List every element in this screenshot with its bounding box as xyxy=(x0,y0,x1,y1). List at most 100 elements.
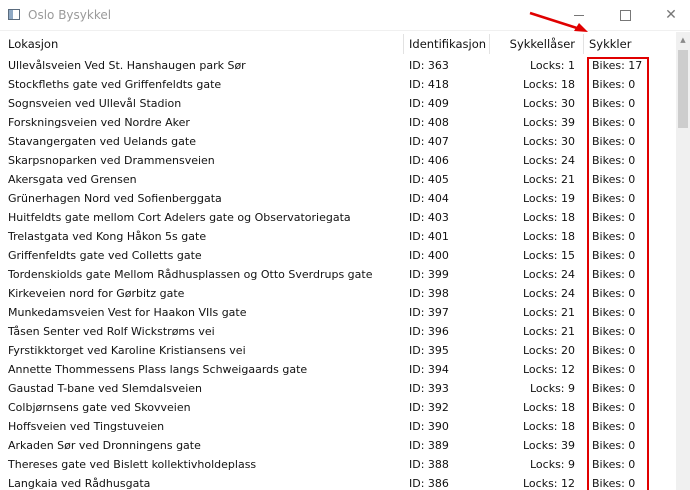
cell-id: ID: 406 xyxy=(409,154,449,167)
column-divider[interactable] xyxy=(489,34,490,54)
column-header-sykkellaser[interactable]: Sykkellåser xyxy=(496,32,575,56)
cell-locks: Locks: 24 xyxy=(522,154,575,167)
cell-locks: Locks: 15 xyxy=(522,249,575,262)
vertical-scrollbar[interactable]: ▲ xyxy=(676,32,690,490)
cell-id: ID: 363 xyxy=(409,59,449,72)
cell-bikes: Bikes: 0 xyxy=(592,439,636,452)
cell-location: Grünerhagen Nord ved Sofienberggata xyxy=(8,192,222,205)
table-row[interactable]: Kirkeveien nord for Gørbitz gate ID: 398 L… xyxy=(0,285,676,304)
cell-bikes: Bikes: 0 xyxy=(592,477,636,490)
cell-location: Trelastgata ved Kong Håkon 5s gate xyxy=(8,230,207,243)
cell-location: Hoffsveien ved Tingstuveien xyxy=(8,420,165,433)
cell-locks: Locks: 19 xyxy=(522,192,575,205)
cell-bikes: Bikes: 0 xyxy=(592,211,636,224)
cell-bikes: Bikes: 0 xyxy=(592,420,636,433)
table-row[interactable]: Langkaia ved Rådhusgata ID: 386 Locks: 12 B… xyxy=(0,475,676,490)
table-row[interactable]: Annette Thommessens Plass langs Schweiga… xyxy=(0,361,676,380)
cell-bikes: Bikes: 0 xyxy=(592,135,636,148)
cell-id: ID: 396 xyxy=(409,325,449,338)
cell-locks: Locks: 18 xyxy=(522,420,575,433)
cell-bikes: Bikes: 0 xyxy=(592,173,636,186)
cell-locks: Locks: 39 xyxy=(522,439,575,452)
cell-id: ID: 401 xyxy=(409,230,449,243)
column-header-sykkler[interactable]: Sykkler xyxy=(589,32,631,56)
table-row[interactable]: Stockfleths gate ved Griffenfeldts gate I… xyxy=(0,76,676,95)
cell-id: ID: 388 xyxy=(409,458,449,471)
cell-bikes: Bikes: 0 xyxy=(592,458,636,471)
cell-locks: Locks: 21 xyxy=(522,306,575,319)
cell-locks: Locks: 30 xyxy=(522,135,575,148)
cell-id: ID: 409 xyxy=(409,97,449,110)
table-row[interactable]: Forskningsveien ved Nordre Aker ID: 408 Lo… xyxy=(0,114,676,133)
close-button[interactable]: ✕ xyxy=(648,0,690,30)
cell-locks: Locks: 12 xyxy=(522,363,575,376)
table-row[interactable]: Stavangergaten ved Uelands gate ID: 407 Lo… xyxy=(0,133,676,152)
cell-locks: Locks: 18 xyxy=(522,78,575,91)
cell-bikes: Bikes: 0 xyxy=(592,363,636,376)
column-divider[interactable] xyxy=(403,34,404,54)
table-row[interactable]: Gaustad T-bane ved Slemdalsveien ID: 393 L… xyxy=(0,380,676,399)
table-row[interactable]: Hoffsveien ved Tingstuveien ID: 390 Locks:… xyxy=(0,418,676,437)
cell-id: ID: 394 xyxy=(409,363,449,376)
cell-location: Tåsen Senter ved Rolf Wickstrøms vei xyxy=(8,325,215,338)
table-row[interactable]: Grünerhagen Nord ved Sofienberggata ID: 4… xyxy=(0,190,676,209)
cell-location: Forskningsveien ved Nordre Aker xyxy=(8,116,190,129)
table-row[interactable]: Griffenfeldts gate ved Colletts gate ID: … xyxy=(0,247,676,266)
cell-id: ID: 392 xyxy=(409,401,449,414)
cell-location: Fyrstikktorget ved Karoline Kristiansens… xyxy=(8,344,246,357)
cell-location: Gaustad T-bane ved Slemdalsveien xyxy=(8,382,202,395)
table-header: Lokasjon Identifikasjon Sykkellåser Sykk… xyxy=(0,32,676,56)
cell-locks: Locks: 18 xyxy=(522,230,575,243)
table-row[interactable]: Fyrstikktorget ved Karoline Kristiansens… xyxy=(0,342,676,361)
cell-location: Akersgata ved Grensen xyxy=(8,173,137,186)
table-row[interactable]: Colbjørnsens gate ved Skovveien ID: 392 Lo… xyxy=(0,399,676,418)
table-row[interactable]: Munkedamsveien Vest for Haakon VIIs gate… xyxy=(0,304,676,323)
cell-id: ID: 390 xyxy=(409,420,449,433)
cell-bikes: Bikes: 0 xyxy=(592,230,636,243)
column-header-identifikasjon[interactable]: Identifikasjon xyxy=(409,32,486,56)
cell-location: Stockfleths gate ved Griffenfeldts gate xyxy=(8,78,222,91)
cell-id: ID: 407 xyxy=(409,135,449,148)
table-row[interactable]: Ullevålsveien Ved St. Hanshaugen park Sø… xyxy=(0,57,676,76)
cell-locks: Locks: 20 xyxy=(522,344,575,357)
cell-bikes: Bikes: 0 xyxy=(592,249,636,262)
cell-locks: Locks: 30 xyxy=(522,97,575,110)
table-row[interactable]: Thereses gate ved Bislett kollektivholde… xyxy=(0,456,676,475)
scroll-up-arrow-icon[interactable]: ▲ xyxy=(676,32,690,48)
cell-id: ID: 398 xyxy=(409,287,449,300)
table-row[interactable]: Akersgata ved Grensen ID: 405 Locks: 21 Bik… xyxy=(0,171,676,190)
table-row[interactable]: Trelastgata ved Kong Håkon 5s gate ID: 40… xyxy=(0,228,676,247)
close-icon: ✕ xyxy=(665,7,677,23)
maximize-icon xyxy=(619,9,631,21)
cell-locks: Locks: 12 xyxy=(522,477,575,490)
cell-id: ID: 405 xyxy=(409,173,449,186)
cell-location: Kirkeveien nord for Gørbitz gate xyxy=(8,287,185,300)
cell-bikes: Bikes: 0 xyxy=(592,401,636,414)
table-row[interactable]: Skarpsnoparken ved Drammensveien ID: 406 L… xyxy=(0,152,676,171)
cell-location: Sognsveien ved Ullevål Stadion xyxy=(8,97,182,110)
column-header-lokasjon[interactable]: Lokasjon xyxy=(8,32,58,56)
table-row[interactable]: Sognsveien ved Ullevål Stadion ID: 409 Loc… xyxy=(0,95,676,114)
table-row[interactable]: Huitfeldts gate mellom Cort Adelers gate… xyxy=(0,209,676,228)
cell-locks: Locks: 24 xyxy=(522,268,575,281)
cell-location: Thereses gate ved Bislett kollektivholde… xyxy=(8,458,257,471)
maximize-button[interactable] xyxy=(602,0,648,30)
cell-location: Tordenskiolds gate Mellom Rådhusplassen … xyxy=(8,268,373,281)
cell-bikes: Bikes: 0 xyxy=(592,306,636,319)
table-row[interactable]: Arkaden Sør ved Dronningens gate ID: 389 L… xyxy=(0,437,676,456)
cell-bikes: Bikes: 0 xyxy=(592,382,636,395)
cell-bikes: Bikes: 0 xyxy=(592,287,636,300)
column-divider[interactable] xyxy=(583,34,584,54)
cell-location: Arkaden Sør ved Dronningens gate xyxy=(8,439,201,452)
cell-locks: Locks: 21 xyxy=(522,173,575,186)
cell-id: ID: 403 xyxy=(409,211,449,224)
cell-id: ID: 389 xyxy=(409,439,449,452)
cell-locks: Locks: 21 xyxy=(522,325,575,338)
cell-bikes: Bikes: 0 xyxy=(592,325,636,338)
scroll-thumb[interactable] xyxy=(678,50,688,128)
cell-id: ID: 386 xyxy=(409,477,449,490)
table-row[interactable]: Tordenskiolds gate Mellom Rådhusplassen … xyxy=(0,266,676,285)
station-list[interactable]: Ullevålsveien Ved St. Hanshaugen park Sø… xyxy=(0,57,676,490)
table-row[interactable]: Tåsen Senter ved Rolf Wickstrøms vei ID: … xyxy=(0,323,676,342)
cell-bikes: Bikes: 0 xyxy=(592,78,636,91)
